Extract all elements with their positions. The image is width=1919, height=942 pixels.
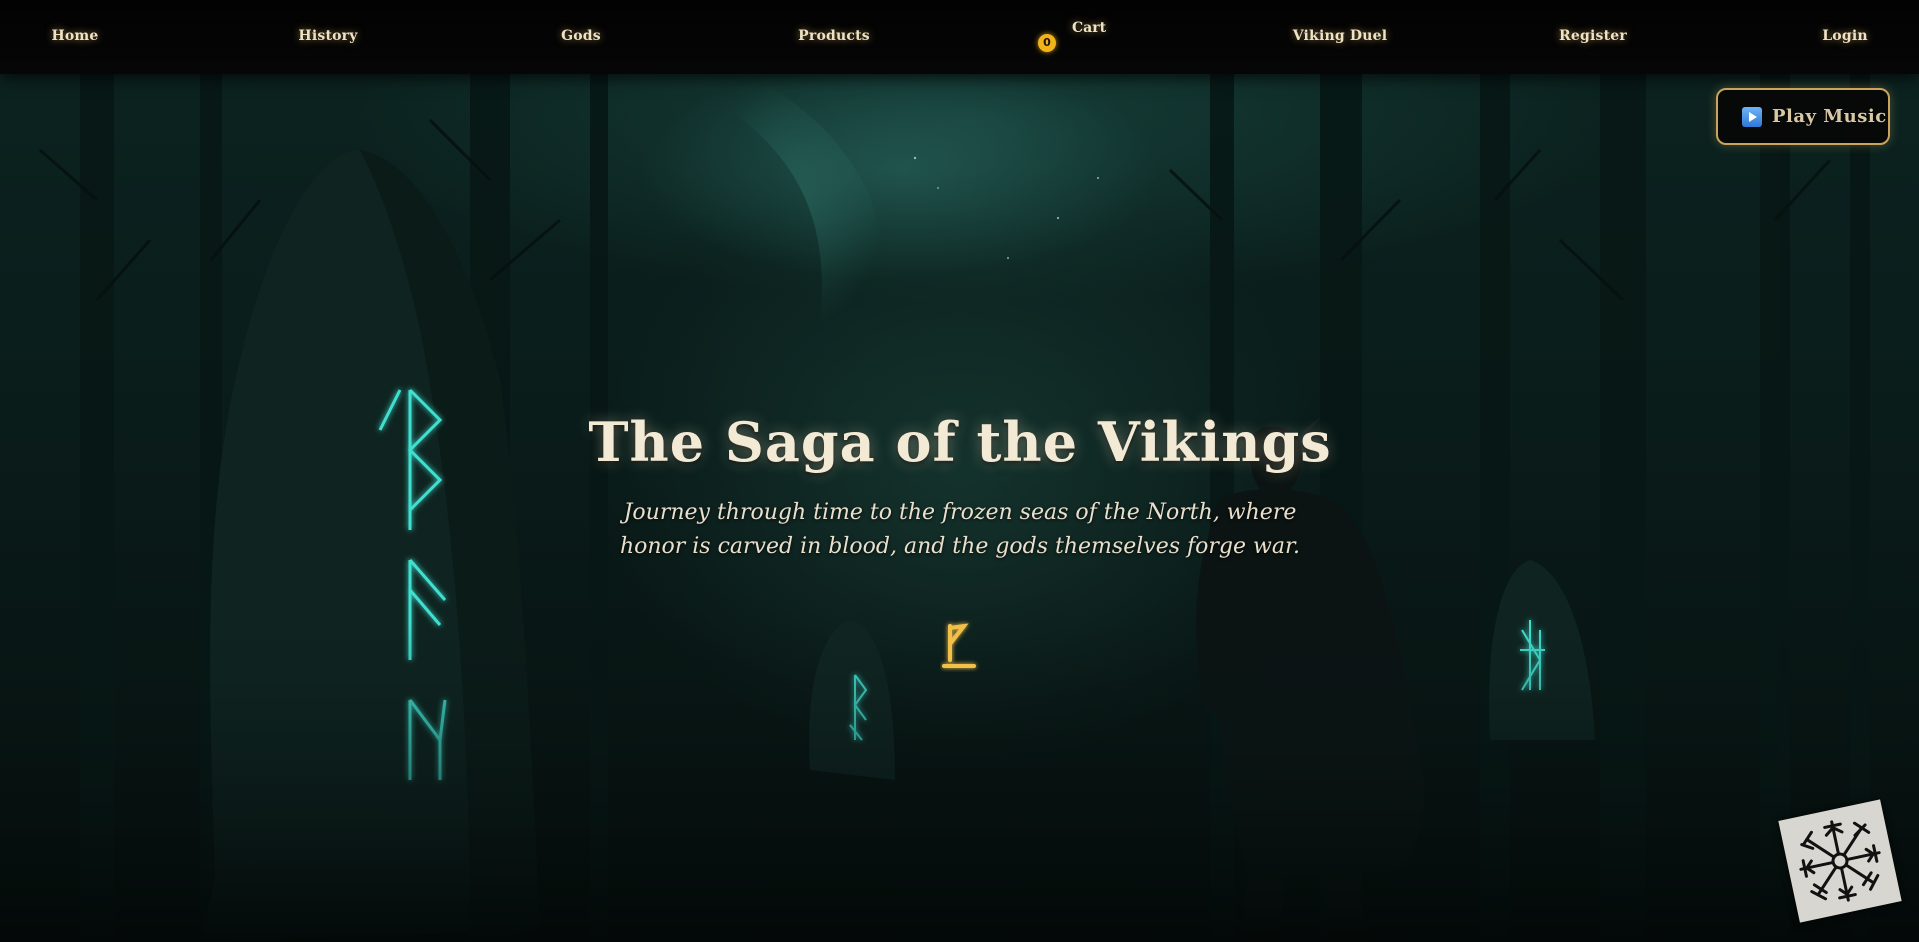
play-music-label: Play Music — [1772, 106, 1887, 127]
hero-section: The Saga of the Vikings Journey through … — [560, 410, 1360, 564]
vegvisir-icon[interactable] — [1778, 799, 1902, 923]
nav-link-products[interactable]: Products — [798, 28, 870, 44]
nav-link-cart[interactable]: 0 Cart — [1038, 18, 1106, 58]
nav-link-home[interactable]: Home — [51, 28, 98, 44]
nav-link-history[interactable]: History — [298, 28, 357, 44]
nav-link-register[interactable]: Register — [1559, 28, 1627, 44]
nav-link-gods[interactable]: Gods — [561, 28, 601, 44]
play-icon — [1742, 106, 1762, 127]
cart-label: Cart — [1072, 20, 1107, 36]
nav-link-login[interactable]: Login — [1822, 28, 1867, 44]
nav-link-viking-duel[interactable]: Viking Duel — [1293, 28, 1388, 44]
hero-subtitle: Journey through time to the frozen seas … — [619, 500, 1301, 559]
play-music-button[interactable]: Play Music — [1716, 88, 1890, 145]
hero-title: The Saga of the Vikings — [588, 410, 1332, 474]
cart-count-badge: 0 — [1038, 34, 1056, 52]
wunjo-rune-icon[interactable] — [940, 620, 980, 672]
top-navbar: Home History Gods Products 0 Cart Viking… — [0, 0, 1919, 74]
vegvisir-symbol — [1799, 820, 1881, 902]
